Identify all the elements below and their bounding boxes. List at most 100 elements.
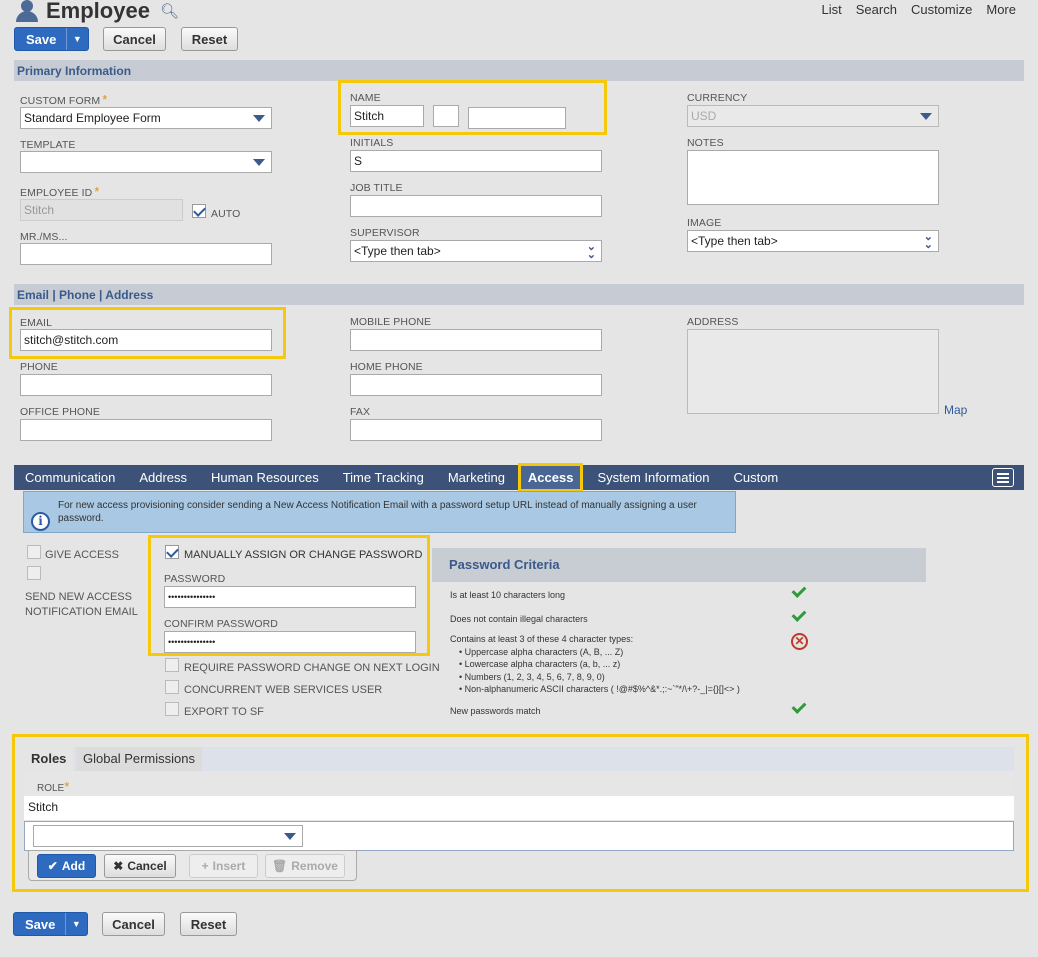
map-link[interactable]: Map <box>944 403 967 417</box>
tab-custom[interactable]: Custom <box>733 470 778 485</box>
tab-human-resources[interactable]: Human Resources <box>211 470 319 485</box>
role-select[interactable] <box>33 825 303 847</box>
save-dropdown-icon[interactable]: ▼ <box>65 913 87 935</box>
check-icon <box>792 583 807 598</box>
double-chevron-down-icon[interactable]: ⌄⌄ <box>924 233 933 249</box>
job-title-field[interactable] <box>350 195 602 217</box>
insert-button[interactable]: + Insert <box>189 854 258 878</box>
row-cancel-button[interactable]: ✖Cancel <box>104 854 176 878</box>
send-notification-checkbox[interactable] <box>27 566 41 580</box>
search-icon[interactable]: 🔍︎ <box>160 2 179 20</box>
last-name-field[interactable] <box>468 107 566 129</box>
email-label: EMAIL <box>20 317 52 329</box>
office-phone-field[interactable] <box>20 419 272 441</box>
first-name-field[interactable]: Stitch <box>350 105 424 127</box>
tab-roles[interactable]: Roles <box>24 747 73 771</box>
tab-marketing[interactable]: Marketing <box>448 470 505 485</box>
template-select[interactable] <box>20 151 272 173</box>
password-field[interactable]: ••••••••••••••• <box>164 586 416 608</box>
nav-customize[interactable]: Customize <box>911 2 972 17</box>
fax-field[interactable] <box>350 419 602 441</box>
image-field[interactable]: <Type then tab> ⌄⌄ <box>687 230 939 252</box>
address-textarea <box>687 329 939 414</box>
tab-time-tracking[interactable]: Time Tracking <box>343 470 424 485</box>
save-dropdown-icon[interactable]: ▼ <box>66 28 88 50</box>
supervisor-field[interactable]: <Type then tab>⌄⌄ <box>350 240 602 262</box>
tab-communication[interactable]: Communication <box>25 470 115 485</box>
phone-field[interactable] <box>20 374 272 396</box>
custom-form-select[interactable]: Standard Employee Form <box>20 107 272 129</box>
tab-system-information[interactable]: System Information <box>597 470 709 485</box>
office-phone-label: OFFICE PHONE <box>20 406 100 418</box>
row-cancel-label: Cancel <box>127 859 166 873</box>
employee-id-label: EMPLOYEE ID* <box>20 184 99 199</box>
concurrent-checkbox[interactable] <box>165 680 179 694</box>
remove-label: Remove <box>291 859 338 873</box>
save-button[interactable]: Save ▼ <box>14 27 89 51</box>
add-label: Add <box>62 859 85 873</box>
double-chevron-down-icon[interactable]: ⌄⌄ <box>587 243 596 259</box>
image-label: IMAGE <box>687 217 721 229</box>
criteria-types: Contains at least 3 of these 4 character… <box>450 633 740 696</box>
auto-checkbox[interactable] <box>192 204 206 218</box>
cancel-button[interactable]: Cancel <box>103 27 166 51</box>
tab-global-permissions[interactable]: Global Permissions <box>76 747 202 771</box>
nav-more[interactable]: More <box>986 2 1016 17</box>
export-sf-checkbox[interactable] <box>165 702 179 716</box>
bottom-cancel-button[interactable]: Cancel <box>102 912 165 936</box>
criteria-illegal: Does not contain illegal characters <box>450 613 588 626</box>
subtab-bar: Communication Address Human Resources Ti… <box>14 465 1024 490</box>
criteria-uppercase: • Uppercase alpha characters (A, B, ... … <box>450 646 740 659</box>
notes-label: NOTES <box>687 137 724 149</box>
currency-label: CURRENCY <box>687 92 747 104</box>
job-title-label: JOB TITLE <box>350 182 403 194</box>
manual-password-checkbox[interactable] <box>165 545 179 559</box>
email-field[interactable]: stitch@stitch.com <box>20 329 272 351</box>
fax-label: FAX <box>350 406 370 418</box>
info-banner: i For new access provisioning consider s… <box>23 491 736 533</box>
require-change-label: REQUIRE PASSWORD CHANGE ON NEXT LOGIN <box>184 662 440 674</box>
chevron-down-icon <box>284 833 296 840</box>
export-sf-label: EXPORT TO SF <box>184 706 264 718</box>
insert-label: Insert <box>213 859 246 873</box>
confirm-password-field[interactable]: ••••••••••••••• <box>164 631 416 653</box>
table-row[interactable]: Stitch <box>24 796 1014 820</box>
supervisor-label: SUPERVISOR <box>350 227 420 239</box>
mr-ms-field[interactable] <box>20 243 272 265</box>
require-change-checkbox[interactable] <box>165 658 179 672</box>
address-label: ADDRESS <box>687 316 738 328</box>
concurrent-label: CONCURRENT WEB SERVICES USER <box>184 684 382 696</box>
manual-password-label: MANUALLY ASSIGN OR CHANGE PASSWORD <box>184 549 422 561</box>
bottom-reset-button[interactable]: Reset <box>180 912 237 936</box>
name-label: NAME <box>350 92 381 104</box>
add-button[interactable]: ✔Add <box>37 854 96 878</box>
initials-field[interactable]: S <box>350 150 602 172</box>
notes-textarea[interactable] <box>687 150 939 205</box>
give-access-checkbox[interactable] <box>27 545 41 559</box>
mobile-phone-field[interactable] <box>350 329 602 351</box>
check-icon <box>792 607 807 622</box>
home-phone-field[interactable] <box>350 374 602 396</box>
nav-search[interactable]: Search <box>856 2 897 17</box>
password-criteria-header: Password Criteria <box>432 548 926 582</box>
reset-button[interactable]: Reset <box>181 27 238 51</box>
role-action-bar: ✔Add ✖Cancel + Insert 🗑︎Remove <box>28 850 357 881</box>
remove-button[interactable]: 🗑︎Remove <box>265 854 345 878</box>
employee-id-label-text: EMPLOYEE ID <box>20 187 92 199</box>
plus-icon: + <box>202 859 209 873</box>
tab-address[interactable]: Address <box>139 470 187 485</box>
tab-menu-icon[interactable] <box>992 468 1014 487</box>
tab-access[interactable]: Access <box>518 463 584 492</box>
criteria-match: New passwords match <box>450 705 541 718</box>
nav-list[interactable]: List <box>822 2 842 17</box>
image-value: <Type then tab> <box>691 234 778 248</box>
employee-id-field: Stitch <box>20 199 183 221</box>
currency-select: USD <box>687 105 939 127</box>
bottom-save-button[interactable]: Save ▼ <box>13 912 88 936</box>
page-title: Employee <box>46 0 150 24</box>
top-nav: List Search Customize More <box>822 2 1016 17</box>
chevron-down-icon <box>253 115 265 122</box>
middle-name-field[interactable] <box>433 105 459 127</box>
page-header: Employee 🔍︎ <box>14 0 179 24</box>
role-column-header: ROLE* <box>24 771 1014 796</box>
